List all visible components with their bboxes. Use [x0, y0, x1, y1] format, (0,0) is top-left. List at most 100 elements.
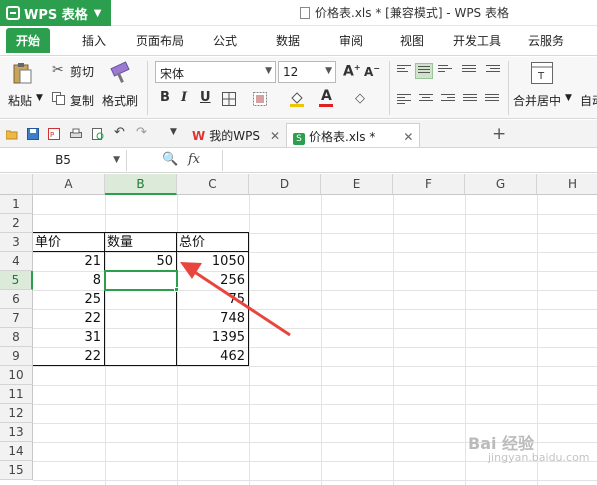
cell-a5[interactable]: 8 [33, 271, 104, 290]
cell-c7[interactable]: 748 [177, 309, 248, 328]
doc-tab-file[interactable]: S 价格表.xls * ✕ [286, 123, 421, 147]
cell-b4[interactable]: 50 [105, 252, 176, 271]
row-header-3[interactable]: 3 [0, 233, 33, 252]
row-header-14[interactable]: 14 [0, 442, 33, 461]
column-header-e[interactable]: E [321, 174, 393, 195]
tab-review[interactable]: 审阅 [339, 32, 363, 49]
cell-c9[interactable]: 462 [177, 347, 248, 366]
row-header-8[interactable]: 8 [0, 328, 33, 347]
cell-a9[interactable]: 22 [33, 347, 104, 366]
font-name-select[interactable]: 宋体 ▼ [155, 61, 276, 83]
row-header-11[interactable]: 11 [0, 385, 33, 404]
column-header-f[interactable]: F [393, 174, 465, 195]
align-middle-icon[interactable] [415, 63, 433, 79]
tab-home[interactable]: 开始 [6, 28, 51, 53]
paste-icon[interactable] [12, 61, 32, 85]
bold-icon[interactable]: B [160, 90, 170, 105]
italic-icon[interactable]: I [181, 90, 187, 105]
redo-icon[interactable]: ↷ [136, 125, 148, 140]
distributed-icon[interactable] [485, 94, 499, 106]
indent-icon[interactable] [486, 65, 500, 77]
increase-font-icon[interactable]: A+ [343, 63, 361, 80]
cell-b8[interactable] [105, 328, 176, 347]
font-size-select[interactable]: 12 ▼ [278, 61, 336, 83]
name-box[interactable]: B5 ▼ [0, 150, 127, 171]
font-color-icon[interactable]: A [318, 88, 334, 108]
column-header-b[interactable]: B [105, 174, 177, 195]
export-pdf-icon[interactable]: P [48, 128, 60, 140]
paste-dropdown-icon[interactable]: ▼ [36, 93, 43, 103]
save-icon[interactable] [27, 128, 39, 140]
cell-c3[interactable]: 总价 [177, 233, 248, 252]
auto-wrap-button[interactable]: 自动 [580, 92, 597, 109]
align-left-icon[interactable] [397, 94, 411, 106]
tab-cloud-services[interactable]: 云服务 [528, 32, 564, 49]
merge-dropdown-icon[interactable]: ▼ [565, 93, 572, 103]
tab-page-layout[interactable]: 页面布局 [136, 32, 184, 49]
cell-c8[interactable]: 1395 [177, 328, 248, 347]
scissors-icon[interactable]: ✂ [52, 62, 64, 78]
doc-tab-home[interactable]: W 我的WPS ✕ [186, 123, 286, 147]
justify-icon[interactable] [463, 94, 477, 106]
row-header-12[interactable]: 12 [0, 404, 33, 423]
cell-a6[interactable]: 25 [33, 290, 104, 309]
paste-button[interactable]: 粘贴 [8, 92, 32, 109]
formula-input[interactable] [222, 150, 597, 171]
open-folder-icon[interactable] [5, 128, 18, 140]
align-bottom-icon[interactable] [438, 65, 452, 77]
underline-icon[interactable]: U [200, 90, 211, 105]
cell-a8[interactable]: 31 [33, 328, 104, 347]
row-header-15[interactable]: 15 [0, 461, 33, 480]
row-header-6[interactable]: 6 [0, 290, 33, 309]
print-preview-icon[interactable] [92, 128, 104, 140]
row-header-10[interactable]: 10 [0, 366, 33, 385]
tab-view[interactable]: 视图 [400, 32, 424, 49]
tab-data[interactable]: 数据 [276, 32, 300, 49]
tab-developer[interactable]: 开发工具 [453, 32, 501, 49]
cell-b7[interactable] [105, 309, 176, 328]
format-painter-button[interactable]: 格式刷 [102, 92, 138, 109]
cell-a7[interactable]: 22 [33, 309, 104, 328]
row-header-2[interactable]: 2 [0, 214, 33, 233]
row-header-5[interactable]: 5 [0, 271, 33, 290]
copy-icon[interactable] [52, 92, 65, 105]
close-icon[interactable]: ✕ [403, 130, 413, 144]
tab-formulas[interactable]: 公式 [213, 32, 237, 49]
align-right-icon[interactable] [441, 94, 455, 106]
customize-toolbar-icon[interactable]: ▼ [170, 127, 182, 139]
cell-b6[interactable] [105, 290, 176, 309]
borders-icon[interactable] [222, 92, 236, 106]
row-header-1[interactable]: 1 [0, 195, 33, 214]
column-header-h[interactable]: H [537, 174, 597, 195]
insert-function-icon[interactable]: fx [188, 152, 200, 167]
cell-b3[interactable]: 数量 [105, 233, 176, 252]
cell-a3[interactable]: 单价 [33, 233, 104, 252]
format-painter-icon[interactable] [108, 61, 134, 87]
merge-center-button[interactable]: 合并居中 [513, 92, 561, 109]
print-icon[interactable] [70, 128, 82, 140]
align-top-icon[interactable] [397, 65, 411, 77]
row-header-4[interactable]: 4 [0, 252, 33, 271]
merge-center-icon[interactable]: T [531, 62, 553, 84]
row-header-9[interactable]: 9 [0, 347, 33, 366]
cell-c6[interactable]: 75 [177, 290, 248, 309]
eraser-icon[interactable]: ◇ [355, 91, 365, 106]
new-tab-icon[interactable]: + [492, 124, 506, 144]
cell-c4[interactable]: 1050 [177, 252, 248, 271]
close-icon[interactable]: ✕ [270, 129, 280, 143]
undo-icon[interactable]: ↶ [114, 125, 126, 140]
orientation-icon[interactable] [462, 65, 476, 77]
column-header-a[interactable]: A [33, 174, 105, 195]
fill-color-icon[interactable] [289, 90, 305, 108]
column-header-g[interactable]: G [465, 174, 537, 195]
row-header-13[interactable]: 13 [0, 423, 33, 442]
cut-button[interactable]: 剪切 [70, 63, 94, 80]
decrease-font-icon[interactable]: A− [364, 64, 380, 79]
app-menu-button[interactable]: WPS 表格 ▼ [0, 0, 111, 26]
cell-b9[interactable] [105, 347, 176, 366]
cell-a4[interactable]: 21 [33, 252, 104, 271]
fill-handle[interactable] [174, 287, 179, 292]
align-center-icon[interactable] [419, 94, 433, 106]
zoom-formula-icon[interactable]: 🔍 [162, 152, 178, 167]
column-header-d[interactable]: D [249, 174, 321, 195]
